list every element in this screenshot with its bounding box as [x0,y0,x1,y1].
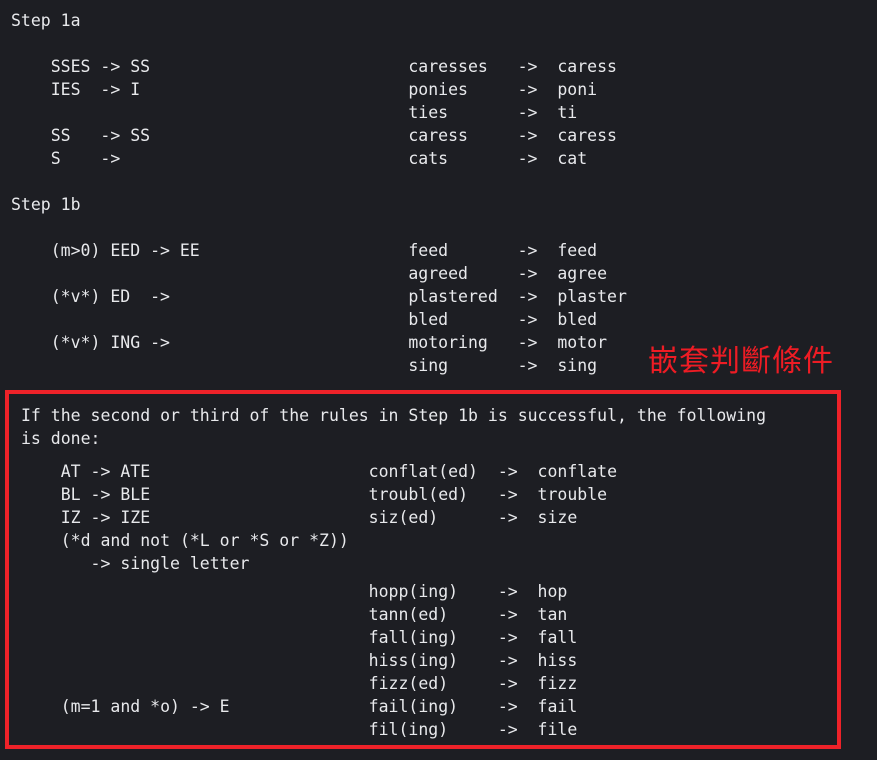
conditional-intro-text: If the second or third of the rules in S… [21,406,767,448]
conditional-examples-group-1: conflat(ed) -> conflate troubl(ed) -> tr… [368,462,618,527]
highlighted-rule-region: If the second or third of the rules in S… [5,390,841,749]
conditional-final-rule: (m=1 and *o) -> E [21,697,230,716]
step-1a-examples-column: caresses -> caress ponies -> poni ties -… [408,57,617,168]
porter-stemmer-rules-page: Step 1a SSES -> SS IES -> I SS -> SS S -… [0,0,877,760]
cjk-annotation-label: 嵌套判斷條件 [648,344,834,379]
step-1a-heading: Step 1a [11,11,81,30]
step-1b-examples-column: feed -> feed agreed -> agree plastered -… [408,241,627,375]
step-1b-heading: Step 1b [11,195,81,214]
